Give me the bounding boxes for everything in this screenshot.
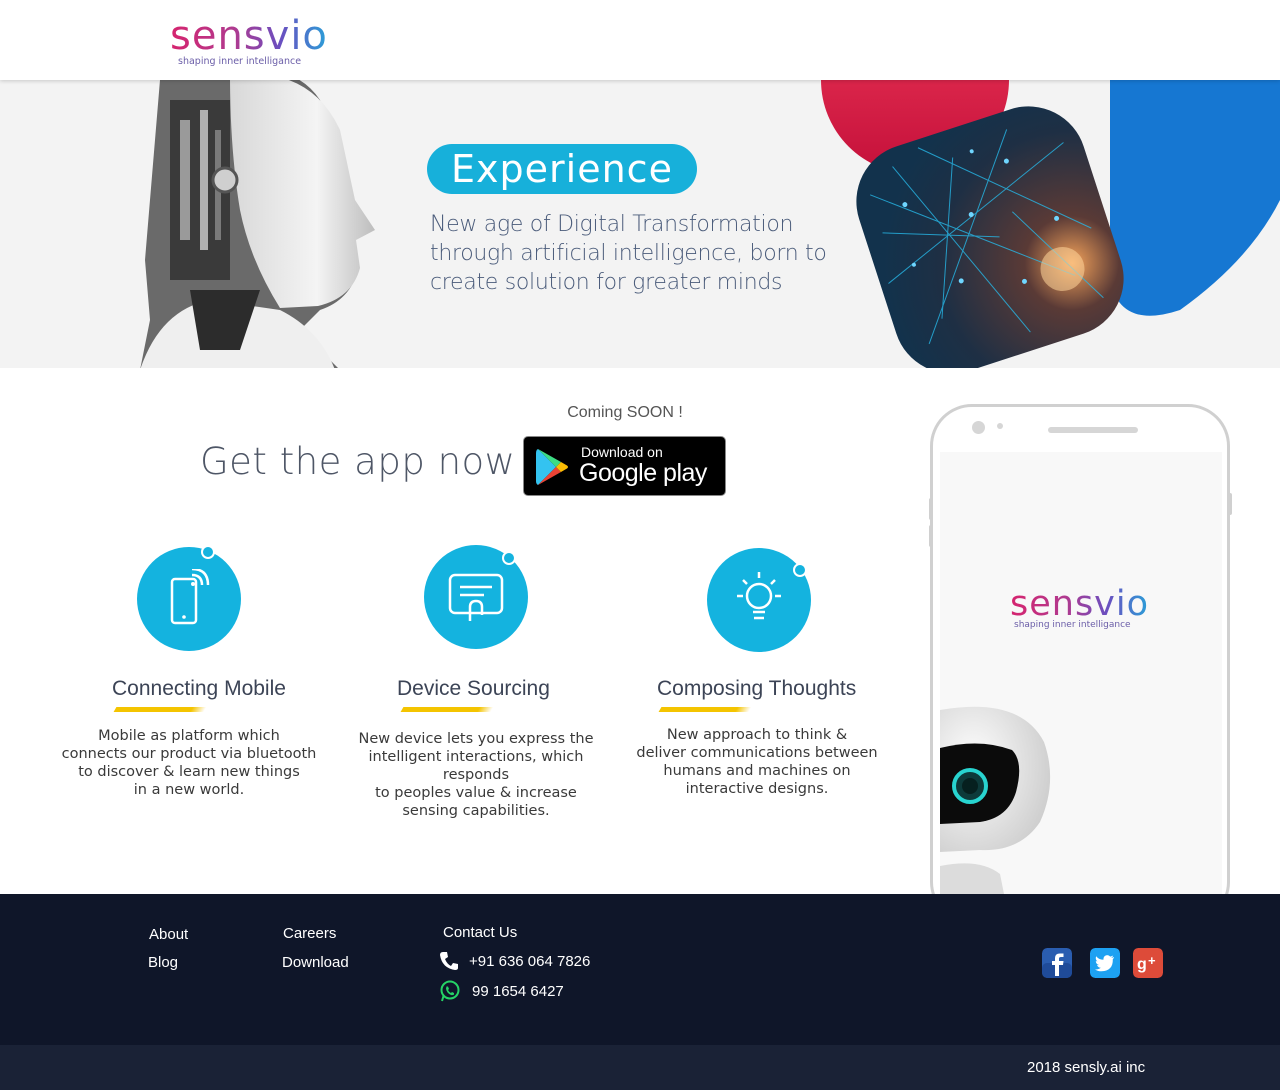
experience-badge-text: Experience — [451, 147, 673, 191]
svg-text:g: g — [1137, 956, 1147, 973]
phone-side-button — [929, 525, 933, 547]
coming-soon-label: Coming SOON ! — [567, 404, 683, 421]
feature-underline — [113, 707, 207, 712]
feature-text-connecting-mobile: Mobile as platform which connects our pr… — [59, 727, 319, 799]
hero-banner: Experience New age of Digital Transforma… — [0, 80, 1280, 368]
facebook-icon[interactable] — [1042, 948, 1072, 978]
feature-text-device-sourcing: New device lets you express the intellig… — [346, 730, 606, 820]
page: sensvio shaping inner intelligance Exper… — [0, 0, 1280, 1090]
robot-head-image — [140, 80, 375, 368]
feature-text-line: in a new world. — [133, 782, 245, 798]
phone-side-button — [929, 498, 933, 520]
brand-name: sensvio — [170, 13, 328, 59]
feature-mobile-circle — [137, 547, 241, 651]
footer-link-about[interactable]: About — [149, 926, 188, 943]
phone-screen: sensvio shaping inner intelligance — [940, 452, 1222, 894]
robot-eye-image — [940, 706, 1051, 894]
google-plus-icon[interactable]: g + — [1133, 948, 1163, 978]
svg-text:+: + — [1148, 953, 1156, 968]
feature-device-dot — [502, 551, 516, 565]
feature-title-device-sourcing: Device Sourcing — [397, 677, 550, 700]
feature-text-line: deliver communications between — [636, 745, 878, 761]
mobile-signal-icon — [170, 569, 210, 625]
phone-speaker — [1048, 427, 1138, 433]
site-header: sensvio shaping inner intelligance — [0, 0, 1280, 80]
google-play-icon — [536, 449, 568, 485]
feature-text-line: Mobile as platform which — [98, 728, 280, 744]
get-app-headline: Get the app now — [200, 440, 516, 483]
phone-brand-logo: sensvio shaping inner intelligance — [1010, 582, 1180, 642]
touch-screen-icon — [448, 573, 504, 621]
brand-tagline: shaping inner intelligance — [178, 56, 302, 67]
footer-link-download[interactable]: Download — [282, 954, 349, 971]
feature-text-line: humans and machines on — [663, 763, 851, 779]
google-play-big-text: Google play — [579, 459, 707, 487]
copyright-bar: 2018 sensly.ai inc — [0, 1045, 1280, 1090]
feature-underline — [658, 707, 752, 712]
experience-badge: Experience — [427, 144, 697, 194]
phone-icon — [440, 952, 458, 970]
feature-underline — [400, 707, 494, 712]
feature-text-line: connects our product via bluetooth — [61, 746, 317, 762]
feature-mobile-dot — [201, 545, 215, 559]
feature-text-line: New device lets you express the — [358, 731, 594, 747]
phone-camera — [972, 421, 985, 434]
feature-text-line: sensing capabilities. — [402, 803, 550, 819]
brand-logo[interactable]: sensvio shaping inner intelligance — [170, 14, 340, 74]
feature-text-line: New approach to think & — [666, 727, 848, 743]
footer-phone-number[interactable]: +91 636 064 7826 — [469, 953, 590, 970]
twitter-icon[interactable] — [1090, 948, 1120, 978]
lightbulb-icon — [737, 572, 781, 620]
feature-text-line: to peoples value & increase — [375, 785, 577, 801]
google-play-button[interactable]: Download on Google play — [523, 436, 726, 496]
feature-text-composing-thoughts: New approach to think & deliver communic… — [627, 726, 887, 798]
footer-link-blog[interactable]: Blog — [148, 954, 178, 971]
google-play-small-text: Download on — [581, 444, 663, 460]
feature-title-composing-thoughts: Composing Thoughts — [657, 677, 857, 700]
copyright-text: 2018 sensly.ai inc — [1027, 1059, 1146, 1076]
phone-sensor — [997, 423, 1003, 429]
footer-link-contact-us[interactable]: Contact Us — [443, 924, 517, 941]
site-footer: About Blog Careers Download Contact Us +… — [0, 894, 1280, 1045]
hero-decorative-shapes — [821, 80, 1280, 368]
footer-whatsapp-number[interactable]: 99 1654 6427 — [472, 983, 564, 1000]
feature-thoughts-dot — [793, 563, 807, 577]
phone-side-button — [1228, 493, 1232, 515]
feature-title-connecting-mobile: Connecting Mobile — [112, 677, 286, 700]
phone-brand-tagline: shaping inner intelligance — [1014, 620, 1131, 630]
feature-text-line: to discover & learn new things — [78, 764, 300, 780]
feature-text-line: interactive designs. — [685, 781, 829, 797]
footer-link-careers[interactable]: Careers — [283, 925, 336, 942]
feature-text-line: intelligent interactions, which responds — [368, 749, 584, 783]
whatsapp-icon — [440, 980, 460, 1002]
